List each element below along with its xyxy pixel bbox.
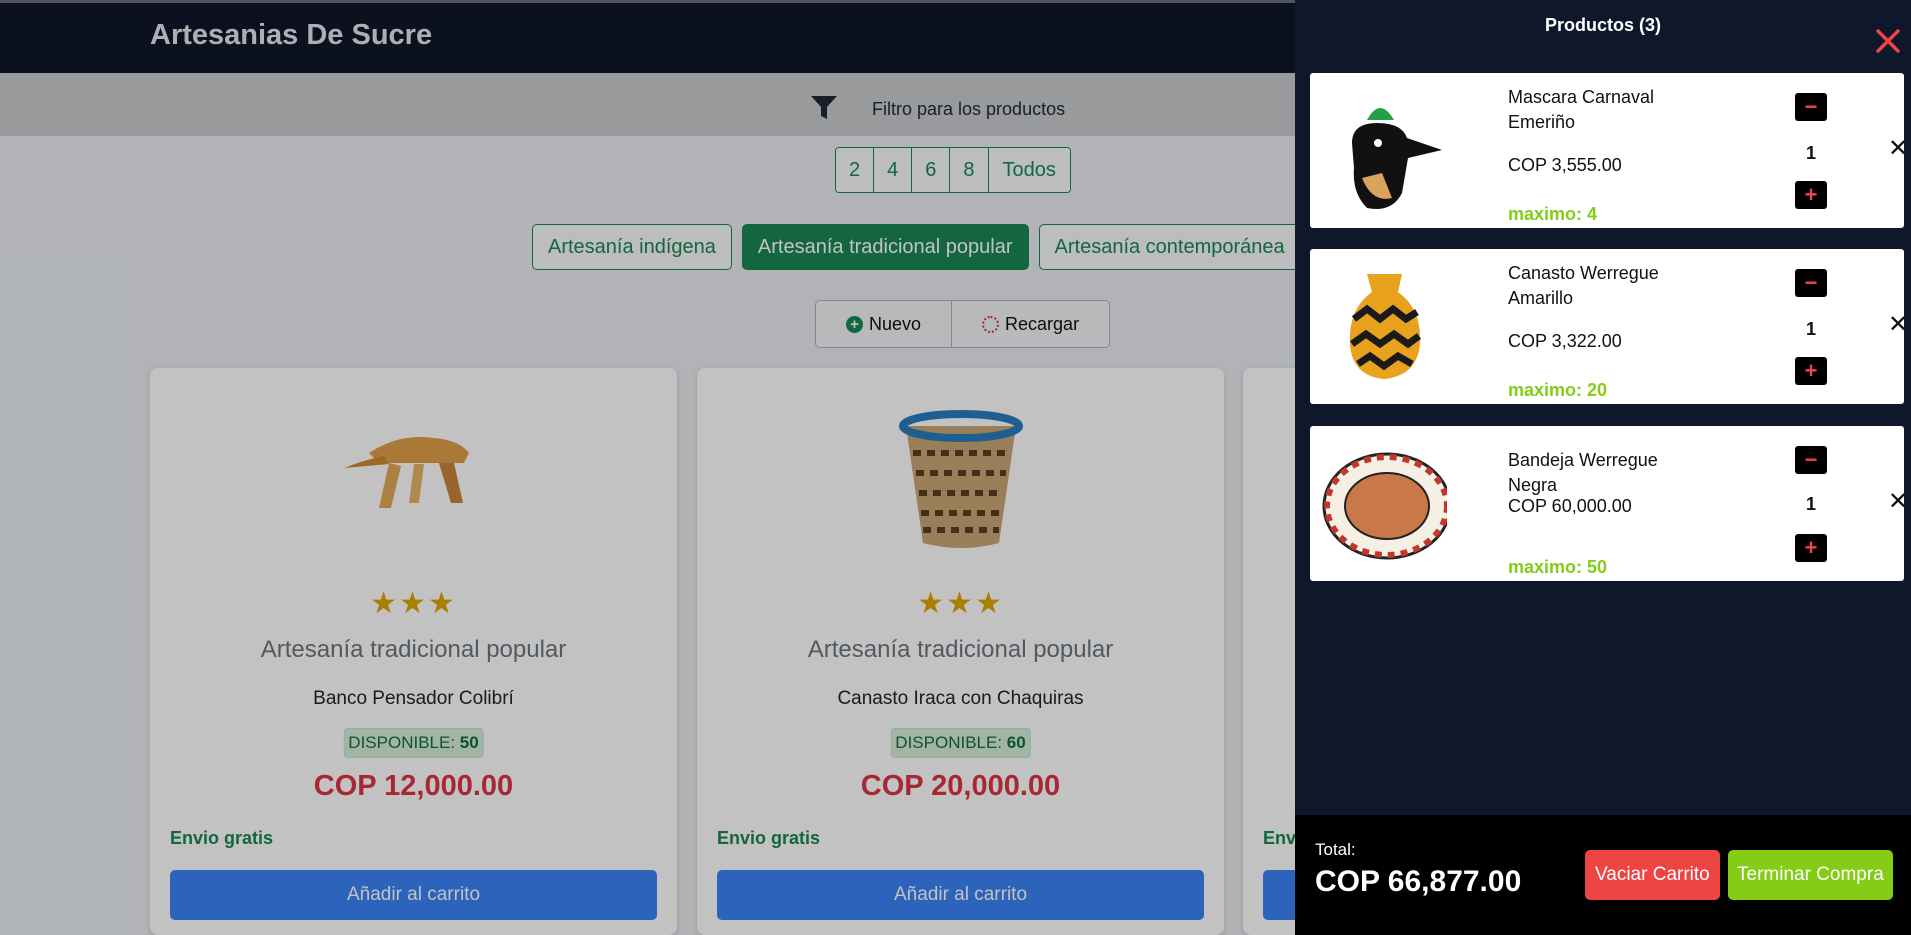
total-label: Total: <box>1315 840 1356 859</box>
cart-item-image <box>1349 274 1422 379</box>
cart-panel: Productos (3) Mascara Carnaval Emeriño C… <box>1295 0 1911 935</box>
remove-item-icon[interactable]: ✕ <box>1888 134 1908 163</box>
increase-quantity-button[interactable]: + <box>1795 357 1827 385</box>
remove-item-icon[interactable]: ✕ <box>1888 310 1908 339</box>
cart-item: Mascara Carnaval Emeriño COP 3,555.00 ma… <box>1310 73 1908 228</box>
checkout-button[interactable]: Terminar Compra <box>1728 850 1893 900</box>
cart-item-name: Canasto Werregue Amarillo <box>1508 263 1659 308</box>
cart-item: Canasto Werregue Amarillo COP 3,322.00 m… <box>1310 249 1908 404</box>
cart-item: Bandeja Werregue Negra COP 60,000.00 max… <box>1310 426 1908 581</box>
cart-footer: Total: COP 66,877.00 Vaciar Carrito Term… <box>1295 815 1911 935</box>
cart-item-image <box>1322 452 1447 560</box>
cart-item-name: Mascara Carnaval Emeriño <box>1508 87 1655 132</box>
item-quantity: 1 <box>1805 143 1816 163</box>
cart-item-image <box>1352 108 1442 209</box>
remove-item-icon[interactable]: ✕ <box>1888 487 1908 516</box>
cart-item-price: COP 3,322.00 <box>1508 331 1622 351</box>
item-quantity: 1 <box>1805 319 1816 339</box>
increase-quantity-button[interactable]: + <box>1795 181 1827 209</box>
cart-item-max: maximo: 50 <box>1508 557 1608 577</box>
empty-cart-button[interactable]: Vaciar Carrito <box>1585 850 1720 900</box>
decrease-quantity-button[interactable]: − <box>1795 93 1827 121</box>
total-amount: COP 66,877.00 <box>1315 865 1522 898</box>
cart-item-max: maximo: 4 <box>1508 204 1598 224</box>
cart-item-name: Bandeja Werregue Negra <box>1508 450 1658 495</box>
cart-item-price: COP 3,555.00 <box>1508 155 1622 175</box>
decrease-quantity-button[interactable]: − <box>1795 269 1827 297</box>
cart-title: Productos (3) <box>1544 15 1661 35</box>
item-quantity: 1 <box>1805 494 1816 514</box>
cart-item-max: maximo: 20 <box>1508 380 1608 400</box>
modal-backdrop[interactable] <box>0 0 1295 935</box>
increase-quantity-button[interactable]: + <box>1795 534 1827 562</box>
cart-item-price: COP 60,000.00 <box>1508 496 1632 516</box>
close-icon[interactable] <box>1875 28 1901 54</box>
decrease-quantity-button[interactable]: − <box>1795 446 1827 474</box>
